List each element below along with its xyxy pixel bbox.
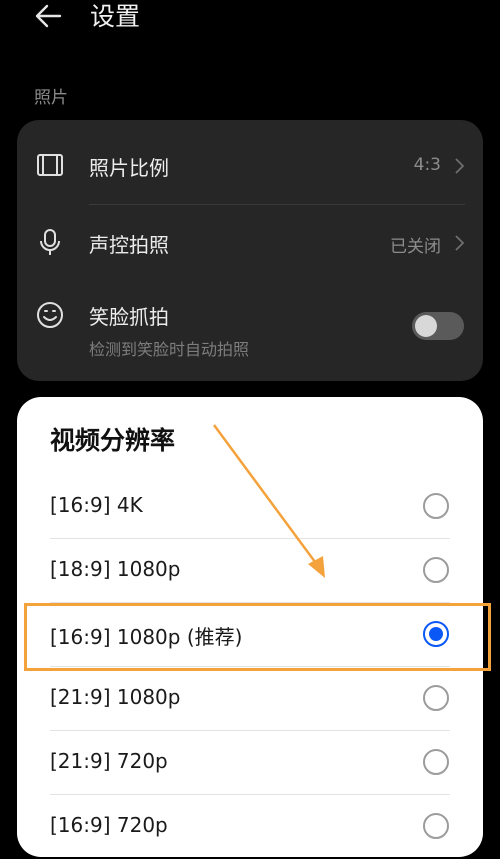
annotation-arrow — [212, 424, 325, 578]
annotation-highlight-box — [24, 603, 491, 671]
